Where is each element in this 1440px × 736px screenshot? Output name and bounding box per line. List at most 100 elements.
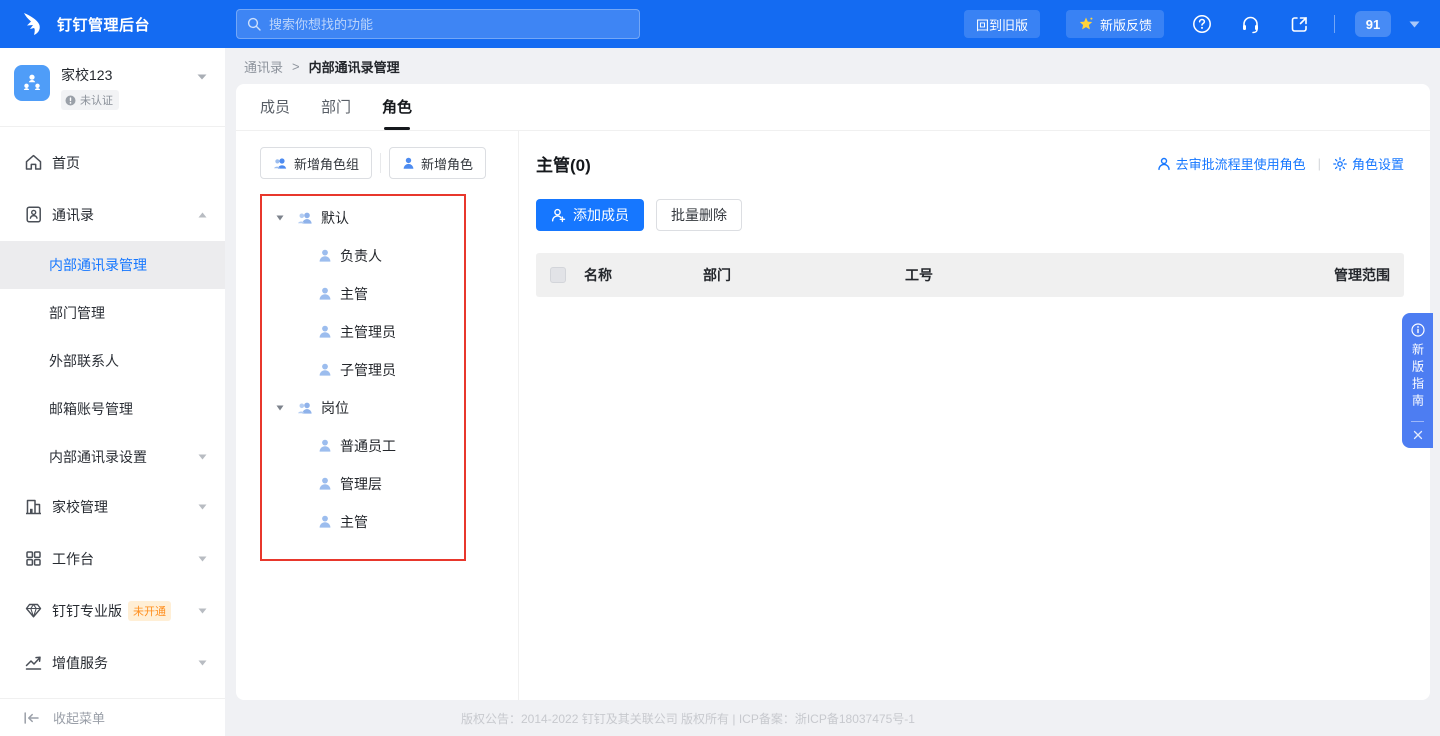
new-version-guide-badge[interactable]: 新版指南 (1402, 313, 1433, 448)
role-group-icon (297, 211, 313, 225)
tab-roles[interactable]: 角色 (382, 96, 412, 130)
batch-delete-button[interactable]: 批量删除 (656, 199, 742, 231)
help-icon[interactable] (1192, 14, 1212, 34)
org-name: 家校123 (61, 65, 119, 85)
role-person-icon (318, 325, 332, 339)
sidebar-item-family-school[interactable]: 家校管理 (0, 481, 225, 533)
tree-caret-down-icon[interactable] (276, 405, 284, 411)
guide-badge-label: 新版指南 (1412, 343, 1424, 415)
feedback-star-icon (1078, 16, 1094, 32)
role-person-icon (318, 363, 332, 377)
guide-divider (1411, 421, 1424, 422)
chevron-down-icon (198, 454, 207, 460)
tab-departments[interactable]: 部门 (321, 96, 351, 130)
tab-bar: 成员 部门 角色 (236, 84, 1430, 131)
diamond-icon (24, 601, 43, 620)
pro-not-activated-badge: 未开通 (128, 601, 171, 621)
breadcrumb-contacts[interactable]: 通讯录 (244, 57, 283, 76)
chevron-down-icon (198, 504, 207, 510)
info-icon (1411, 323, 1425, 337)
role-row[interactable]: 主管 (262, 275, 464, 313)
sidebar-item-workbench[interactable]: 工作台 (0, 533, 225, 585)
role-person-icon (318, 439, 332, 453)
role-tree-panel: 新增角色组 新增角色 (236, 131, 519, 700)
app-title: 钉钉管理后台 (57, 14, 150, 35)
global-search (236, 9, 640, 39)
sidebar-item-home[interactable]: 首页 (0, 137, 225, 189)
chevron-down-icon (198, 608, 207, 614)
screen-expand-icon[interactable] (1289, 14, 1310, 35)
role-row[interactable]: 主管 (262, 503, 464, 541)
dingtalk-logo-icon (22, 12, 44, 36)
sidebar-item-internal-contacts-settings[interactable]: 内部通讯录设置 (0, 433, 225, 481)
sidebar-item-dingtalk-pro[interactable]: 钉钉专业版 未开通 (0, 585, 225, 637)
topbar-divider (1334, 15, 1335, 33)
role-settings-link[interactable]: 角色设置 (1333, 154, 1404, 173)
topbar-actions: 回到旧版 新版反馈 91 (964, 10, 1420, 38)
button-divider (380, 153, 381, 173)
notification-count-badge[interactable]: 91 (1355, 11, 1391, 37)
account-menu-caret-icon[interactable] (1409, 21, 1420, 28)
role-group-icon (297, 401, 313, 415)
search-input[interactable] (269, 17, 629, 32)
role-group-icon (273, 157, 288, 170)
role-row[interactable]: 管理层 (262, 465, 464, 503)
column-header-department: 部门 (703, 265, 905, 285)
building-icon (24, 497, 43, 516)
role-row[interactable]: 子管理员 (262, 351, 464, 389)
close-icon[interactable] (1413, 430, 1423, 440)
role-row[interactable]: 主管理员 (262, 313, 464, 351)
org-structure-icon (21, 72, 43, 94)
uncertified-icon (65, 95, 76, 106)
use-role-in-approval-link[interactable]: 去审批流程里使用角色 (1157, 154, 1306, 173)
customer-service-icon[interactable] (1240, 14, 1261, 35)
breadcrumb: 通讯录 > 内部通讯录管理 (225, 48, 1440, 84)
role-person-icon (402, 157, 415, 170)
role-row[interactable]: 普通员工 (262, 427, 464, 465)
sidebar-item-department-mgmt[interactable]: 部门管理 (0, 289, 225, 337)
add-role-button[interactable]: 新增角色 (389, 147, 486, 179)
dingtalk-admin-app: 钉钉管理后台 回到旧版 新版反馈 91 (0, 0, 1440, 736)
content-card: 成员 部门 角色 新增角色组 (236, 84, 1430, 700)
tree-caret-down-icon[interactable] (276, 215, 284, 221)
copyright-text: 版权公告：2014-2022 钉钉及其关联公司 版权所有 | ICP备案：浙IC… (450, 710, 915, 727)
role-group-row[interactable]: 默认 (262, 199, 464, 237)
org-info: 家校123 未认证 (61, 65, 119, 111)
back-to-old-button[interactable]: 回到旧版 (964, 10, 1040, 38)
new-version-feedback-button[interactable]: 新版反馈 (1066, 10, 1164, 38)
role-actions: 新增角色组 新增角色 (260, 147, 518, 179)
role-person-icon (318, 249, 332, 263)
sidebar-item-value-added-services[interactable]: 增值服务 (0, 637, 225, 689)
sidebar-item-contacts[interactable]: 通讯录 (0, 189, 225, 241)
breadcrumb-current: 内部通讯录管理 (309, 57, 400, 76)
role-person-icon (318, 515, 332, 529)
add-member-button[interactable]: 添加成员 (536, 199, 644, 231)
role-person-icon (318, 477, 332, 491)
chevron-down-icon (198, 660, 207, 666)
collapse-menu-button[interactable]: 收起菜单 (0, 698, 225, 736)
tab-members[interactable]: 成员 (260, 96, 290, 130)
column-header-manage-scope: 管理范围 (1334, 265, 1390, 285)
org-switcher[interactable]: 家校123 未认证 (0, 48, 225, 127)
select-all-checkbox[interactable] (550, 267, 566, 283)
org-avatar (14, 65, 50, 101)
sidebar-item-external-contacts[interactable]: 外部联系人 (0, 337, 225, 385)
org-switch-caret-icon[interactable] (197, 74, 207, 80)
sidebar-nav: 首页 通讯录 内部通讯录管理 部门管理 (0, 127, 225, 699)
person-outline-icon (1157, 157, 1171, 171)
workbench-grid-icon (24, 549, 43, 568)
sidebar-item-internal-contacts[interactable]: 内部通讯录管理 (0, 241, 225, 289)
role-group-row[interactable]: 岗位 (262, 389, 464, 427)
add-role-group-button[interactable]: 新增角色组 (260, 147, 372, 179)
role-row[interactable]: 负责人 (262, 237, 464, 275)
collapse-arrow-icon (24, 712, 39, 724)
column-header-name: 名称 (584, 265, 703, 285)
role-heading: 主管(0) (536, 151, 591, 176)
role-person-icon (318, 287, 332, 301)
breadcrumb-separator: > (292, 59, 300, 74)
links-separator: | (1318, 156, 1321, 171)
gear-icon (1333, 157, 1347, 171)
chevron-down-icon (198, 556, 207, 562)
sidebar: 家校123 未认证 首页 (0, 48, 225, 736)
sidebar-item-mailbox-mgmt[interactable]: 邮箱账号管理 (0, 385, 225, 433)
